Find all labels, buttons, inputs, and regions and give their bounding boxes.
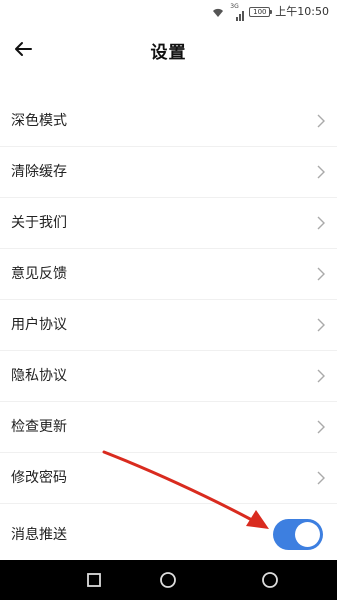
push-notification-toggle[interactable] — [273, 519, 323, 550]
menu-item-clear-cache[interactable]: 清除缓存 — [0, 147, 337, 198]
menu-item-user-agreement[interactable]: 用户协议 — [0, 300, 337, 351]
menu-item-label: 意见反馈 — [11, 266, 67, 282]
chevron-right-icon — [317, 267, 325, 281]
menu-item-label: 关于我们 — [11, 215, 67, 231]
wifi-icon — [213, 8, 224, 17]
menu-item-change-password[interactable]: 修改密码 — [0, 453, 337, 504]
status-bar: 3G 100 上午10:50 — [0, 0, 337, 24]
system-nav-bar — [0, 560, 337, 600]
status-time: 上午10:50 — [275, 5, 329, 18]
square-icon[interactable] — [84, 570, 104, 590]
menu-item-label: 深色模式 — [11, 113, 67, 129]
network-type-label: 3G — [230, 3, 239, 10]
menu-item-dark-mode[interactable]: 深色模式 — [0, 96, 337, 147]
chevron-right-icon — [317, 114, 325, 128]
menu-item-check-update[interactable]: 检查更新 — [0, 402, 337, 453]
settings-menu: 深色模式 清除缓存 关于我们 意见反馈 用户协议 隐私协议 检查更新 修改密码 — [0, 96, 337, 504]
chevron-right-icon — [317, 216, 325, 230]
push-notification-label: 消息推送 — [11, 527, 67, 543]
menu-item-label: 检查更新 — [11, 419, 67, 435]
header: 设置 — [0, 26, 337, 74]
circle-back-icon[interactable] — [260, 570, 280, 590]
status-icons: 3G 100 上午10:50 — [211, 3, 329, 21]
menu-item-label: 用户协议 — [11, 317, 67, 333]
battery-icon: 100 — [249, 7, 273, 17]
circle-home-icon[interactable] — [158, 570, 178, 590]
chevron-right-icon — [317, 318, 325, 332]
menu-item-label: 修改密码 — [11, 470, 67, 486]
signal-icon: 3G — [230, 3, 245, 21]
chevron-right-icon — [317, 420, 325, 434]
chevron-right-icon — [317, 165, 325, 179]
menu-item-label: 隐私协议 — [11, 368, 67, 384]
chevron-right-icon — [317, 471, 325, 485]
menu-item-about-us[interactable]: 关于我们 — [0, 198, 337, 249]
menu-item-label: 清除缓存 — [11, 164, 67, 180]
toggle-knob — [295, 522, 320, 547]
page-title: 设置 — [150, 43, 187, 63]
menu-item-feedback[interactable]: 意见反馈 — [0, 249, 337, 300]
chevron-right-icon — [317, 369, 325, 383]
menu-item-privacy-policy[interactable]: 隐私协议 — [0, 351, 337, 402]
